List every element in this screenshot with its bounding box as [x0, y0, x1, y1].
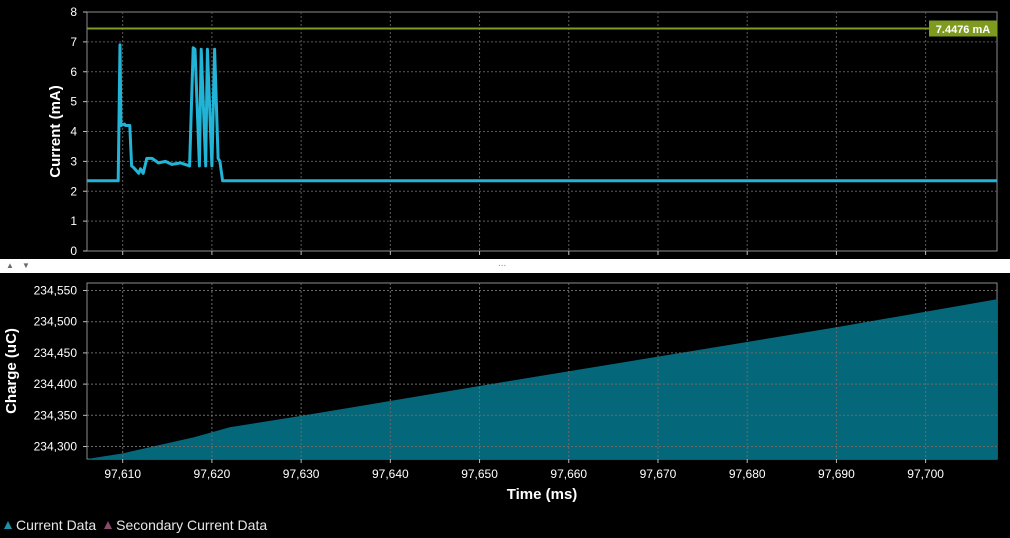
marker-label: 7.4476 mA	[936, 24, 990, 36]
collapse-up-arrow-icon[interactable]: ▲	[6, 261, 14, 271]
y-tick-label: 4	[70, 125, 77, 139]
y-tick-label: 8	[70, 5, 77, 19]
legend-marker-current-icon	[4, 521, 12, 529]
x-tick-label: 97,610	[104, 467, 141, 481]
legend-label: Secondary Current Data	[116, 517, 268, 533]
y-tick-label: 234,550	[34, 283, 78, 297]
y-tick-label: 7	[70, 35, 77, 49]
x-tick-label: 97,630	[283, 467, 320, 481]
x-tick-label: 97,640	[372, 467, 409, 481]
y-tick-label: 1	[70, 214, 77, 228]
y-tick-label: 234,350	[34, 408, 78, 422]
x-tick-label: 97,690	[818, 467, 855, 481]
y-axis-label: Current (mA)	[47, 85, 64, 178]
legend-item-current-data[interactable]: Current Data	[4, 517, 96, 533]
legend: Current Data Secondary Current Data	[4, 516, 275, 534]
legend-label: Current Data	[16, 517, 97, 533]
legend-marker-secondary-icon	[104, 521, 113, 529]
x-tick-label: 97,650	[461, 467, 498, 481]
y-tick-label: 0	[70, 244, 77, 258]
y-tick-label: 3	[70, 154, 77, 168]
y-tick-label: 2	[70, 184, 77, 198]
charge-chart: 234,300 234,350 234,400 234,450 234,500 234,5…	[3, 282, 998, 503]
x-tick-label: 97,620	[194, 467, 231, 481]
y-tick-label: 6	[70, 65, 77, 79]
y-axis-label: Charge (uC)	[3, 328, 20, 414]
y-tick-label: 234,400	[34, 377, 78, 391]
splitter-grip-icon[interactable]: ...	[498, 259, 506, 269]
y-tick-label: 234,500	[34, 315, 78, 329]
x-tick-label: 97,680	[729, 467, 766, 481]
y-tick-label: 234,300	[34, 440, 78, 454]
x-tick-label: 97,660	[550, 467, 587, 481]
legend-item-secondary-current-data[interactable]: Secondary Current Data	[104, 517, 267, 533]
current-chart: 0 1 2 3 4 5 6 7 8 Current (mA) 7.4476 mA	[47, 5, 998, 258]
x-tick-label: 97,670	[640, 467, 677, 481]
y-tick-label: 234,450	[34, 346, 78, 360]
pane-splitter[interactable]: ▲ ▼ ...	[0, 259, 1010, 273]
y-tick-label: 5	[70, 95, 77, 109]
x-tick-label: 97,700	[907, 467, 944, 481]
collapse-down-arrow-icon[interactable]: ▼	[22, 261, 30, 271]
x-axis-label: Time (ms)	[507, 486, 578, 503]
